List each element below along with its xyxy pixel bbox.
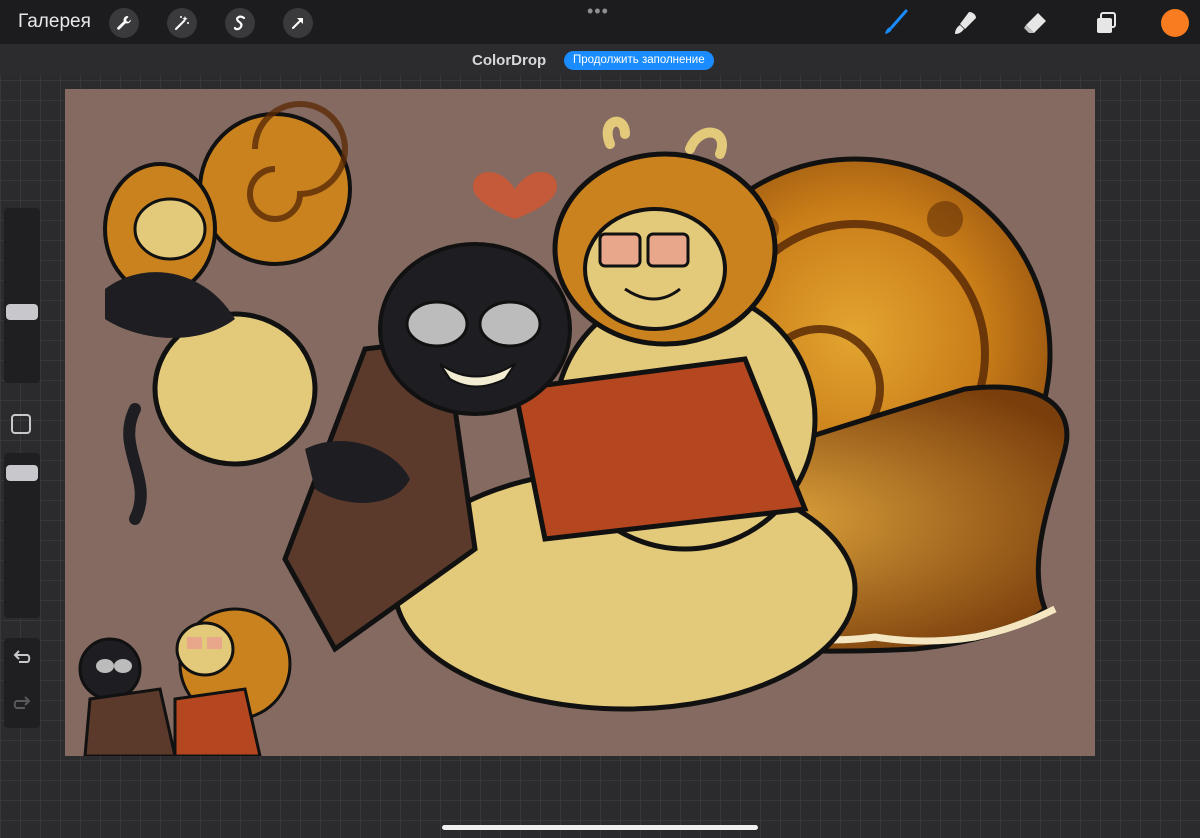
- opacity-slider[interactable]: [4, 453, 40, 618]
- artwork-illustration: [78, 101, 1070, 756]
- selection-s-icon[interactable]: [225, 8, 255, 38]
- drawing-canvas[interactable]: [65, 89, 1095, 756]
- color-swatch[interactable]: [1161, 9, 1189, 37]
- opacity-thumb[interactable]: [6, 465, 38, 481]
- brush-icon[interactable]: [880, 8, 910, 38]
- gallery-button[interactable]: Галерея: [18, 11, 91, 33]
- heart-shape: [473, 172, 557, 219]
- small-sketch: [78, 607, 292, 756]
- wrench-icon[interactable]: [109, 8, 139, 38]
- square-modifier-icon[interactable]: [11, 414, 31, 434]
- arrow-icon[interactable]: [283, 8, 313, 38]
- home-indicator[interactable]: [442, 825, 758, 830]
- brush-size-slider[interactable]: [4, 208, 40, 383]
- magic-wand-icon[interactable]: [167, 8, 197, 38]
- left-sidebar: [3, 208, 41, 728]
- more-options-icon[interactable]: •••: [587, 2, 609, 20]
- smudge-icon[interactable]: [950, 8, 980, 38]
- top-toolbar: Галерея •••: [0, 0, 1200, 44]
- redo-icon[interactable]: [12, 696, 32, 712]
- colordrop-title: ColorDrop: [472, 52, 547, 69]
- undo-redo-panel: [4, 638, 40, 728]
- undo-icon[interactable]: [12, 650, 32, 666]
- layers-icon[interactable]: [1091, 8, 1121, 38]
- continue-filling-button[interactable]: Продолжить заполнение: [564, 51, 714, 70]
- brush-size-thumb[interactable]: [6, 304, 38, 320]
- eraser-icon[interactable]: [1020, 8, 1050, 38]
